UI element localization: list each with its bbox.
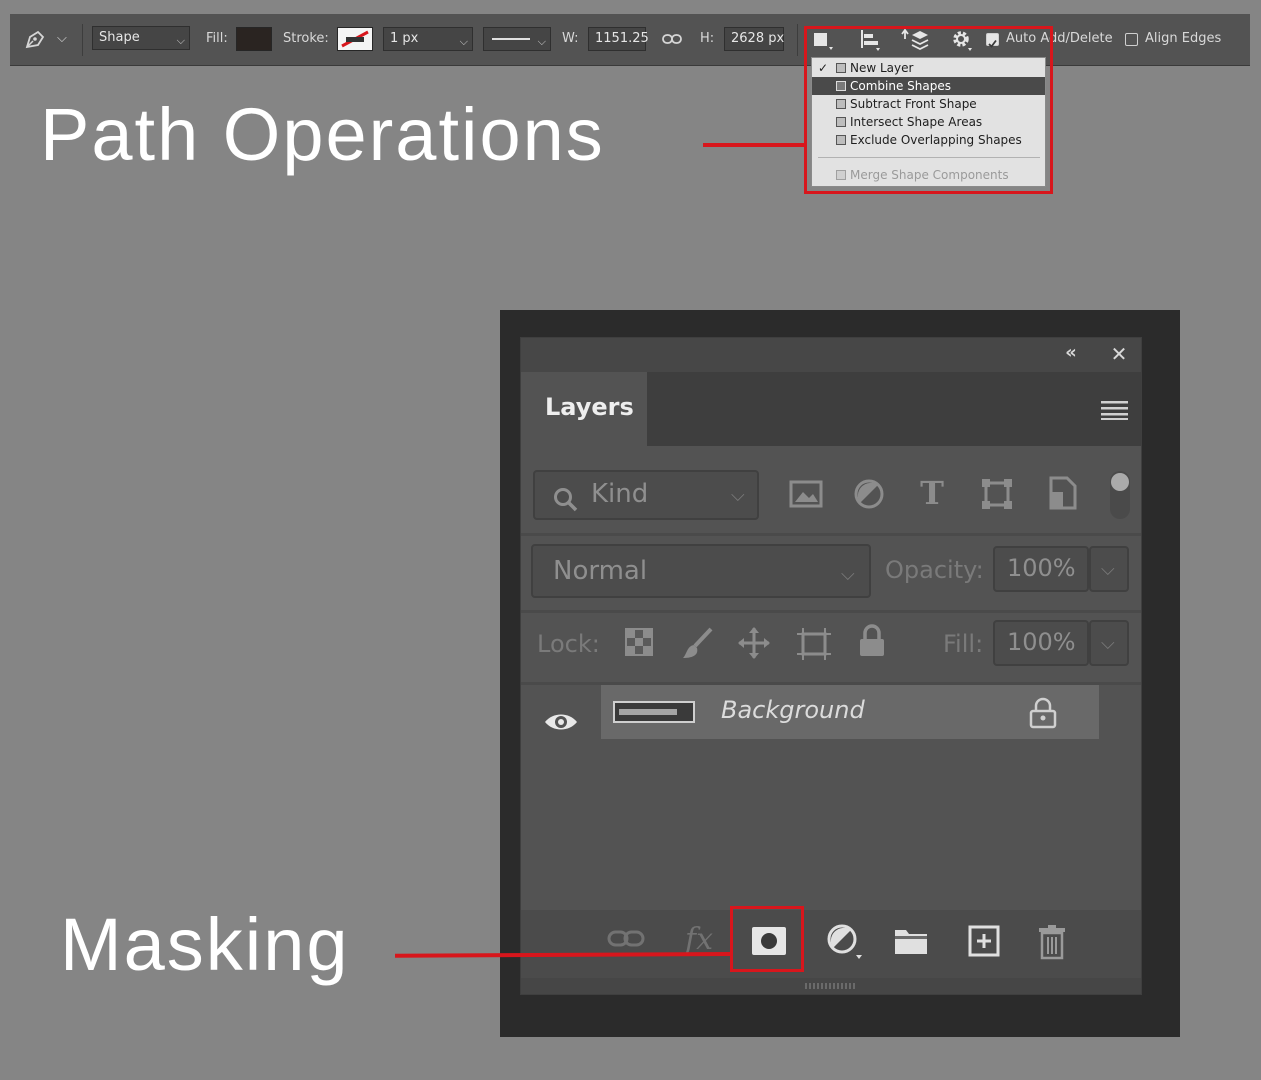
width-label: W: bbox=[562, 31, 579, 46]
tool-mode-value: Shape bbox=[99, 30, 140, 45]
filter-toggle-switch[interactable] bbox=[1109, 470, 1131, 524]
path-operations-pointer-line bbox=[703, 143, 805, 147]
close-icon[interactable]: ✕ bbox=[1107, 342, 1131, 366]
layer-filter-select[interactable]: Kind ⌵ bbox=[533, 470, 759, 520]
masking-callout: Masking bbox=[60, 903, 350, 986]
panel-resize-grip[interactable] bbox=[521, 978, 1141, 994]
chevron-down-icon: ⌵ bbox=[1101, 559, 1115, 580]
chevron-down-icon: ⌵ bbox=[537, 35, 546, 48]
link-dimensions-icon[interactable] bbox=[661, 30, 683, 52]
blend-mode-value: Normal bbox=[553, 556, 648, 586]
filter-pixel-layers-icon[interactable] bbox=[789, 480, 823, 512]
fill-input[interactable]: 100% bbox=[993, 620, 1089, 666]
fill-label: Fill: bbox=[943, 630, 984, 658]
filter-adjustment-layers-icon[interactable] bbox=[853, 478, 885, 514]
fill-dropdown-button[interactable]: ⌵ bbox=[1089, 620, 1129, 666]
path-operations-highlight bbox=[804, 26, 1053, 194]
layer-row-background[interactable]: Background bbox=[601, 685, 1099, 739]
lock-transparent-pixels-icon[interactable] bbox=[625, 628, 653, 660]
stroke-width-value: 1 px bbox=[390, 31, 419, 46]
new-layer-icon[interactable] bbox=[967, 924, 1001, 962]
chevron-down-icon: ⌵ bbox=[731, 485, 745, 506]
align-edges-label: Align Edges bbox=[1145, 31, 1222, 46]
stroke-width-select[interactable]: 1 px ⌵ bbox=[383, 27, 473, 51]
height-input[interactable]: 2628 px bbox=[724, 27, 784, 51]
filter-shape-layers-icon[interactable] bbox=[981, 478, 1013, 514]
chevron-down-icon: ⌵ bbox=[176, 34, 185, 47]
opacity-dropdown-button[interactable]: ⌵ bbox=[1089, 546, 1129, 592]
line-style-icon bbox=[492, 38, 530, 40]
folder-icon[interactable] bbox=[893, 926, 929, 960]
tool-preset-chevron-icon[interactable]: ⌵ bbox=[57, 31, 67, 46]
grip-dots bbox=[805, 983, 855, 989]
tab-layers[interactable]: Layers bbox=[521, 372, 647, 446]
lock-artboard-icon[interactable] bbox=[795, 626, 833, 666]
path-operations-callout: Path Operations bbox=[40, 93, 605, 176]
opacity-input[interactable]: 100% bbox=[993, 546, 1089, 592]
masking-highlight bbox=[730, 906, 804, 972]
filter-kind-value: Kind bbox=[591, 479, 649, 509]
layers-panel: « ✕ Layers Kind ⌵ T Normal ⌵ Opacity: 10… bbox=[520, 337, 1142, 995]
stroke-type-select[interactable]: ⌵ bbox=[483, 27, 551, 51]
lock-position-icon[interactable] bbox=[737, 626, 771, 664]
chevron-down-icon: ⌵ bbox=[1101, 633, 1115, 654]
divider bbox=[521, 610, 1141, 613]
divider bbox=[521, 533, 1141, 536]
trash-icon[interactable] bbox=[1037, 924, 1067, 964]
layer-name: Background bbox=[721, 696, 865, 724]
width-input[interactable]: 1151.25 bbox=[588, 27, 649, 51]
tool-mode-select[interactable]: Shape ⌵ bbox=[92, 26, 190, 50]
options-bar: ⌵ Shape ⌵ Fill: Stroke: 1 px ⌵ ⌵ W: 1151… bbox=[10, 14, 1250, 66]
blend-mode-select[interactable]: Normal ⌵ bbox=[531, 544, 871, 598]
lock-all-icon[interactable] bbox=[857, 624, 887, 662]
pen-tool-icon[interactable] bbox=[24, 28, 48, 54]
eye-icon[interactable] bbox=[543, 711, 579, 737]
separator bbox=[82, 24, 83, 56]
fill-color-swatch[interactable] bbox=[236, 27, 272, 51]
stroke-color-swatch[interactable] bbox=[337, 27, 373, 51]
filter-type-layers-icon[interactable]: T bbox=[915, 474, 949, 512]
chevron-down-icon: ⌵ bbox=[841, 564, 855, 585]
panel-header: « ✕ bbox=[521, 338, 1141, 372]
separator bbox=[797, 24, 798, 56]
lock-label: Lock: bbox=[537, 630, 600, 658]
height-label: H: bbox=[700, 31, 715, 46]
layer-thumbnail bbox=[613, 701, 695, 723]
filter-smart-objects-icon[interactable] bbox=[1047, 476, 1077, 514]
search-icon bbox=[553, 483, 579, 527]
adjustment-layer-icon[interactable] bbox=[825, 922, 865, 966]
lock-icon[interactable] bbox=[1029, 697, 1057, 733]
lock-image-pixels-icon[interactable] bbox=[681, 626, 715, 664]
fill-label: Fill: bbox=[206, 31, 228, 46]
stroke-label: Stroke: bbox=[283, 31, 329, 46]
opacity-label: Opacity: bbox=[885, 556, 984, 584]
panel-menu-icon[interactable] bbox=[1101, 400, 1129, 424]
chevron-down-icon: ⌵ bbox=[459, 35, 468, 48]
panel-body: Kind ⌵ T Normal ⌵ Opacity: 100% ⌵ Lock: … bbox=[521, 446, 1141, 912]
collapse-panel-icon[interactable]: « bbox=[1059, 342, 1083, 363]
align-edges-checkbox[interactable] bbox=[1125, 33, 1138, 46]
